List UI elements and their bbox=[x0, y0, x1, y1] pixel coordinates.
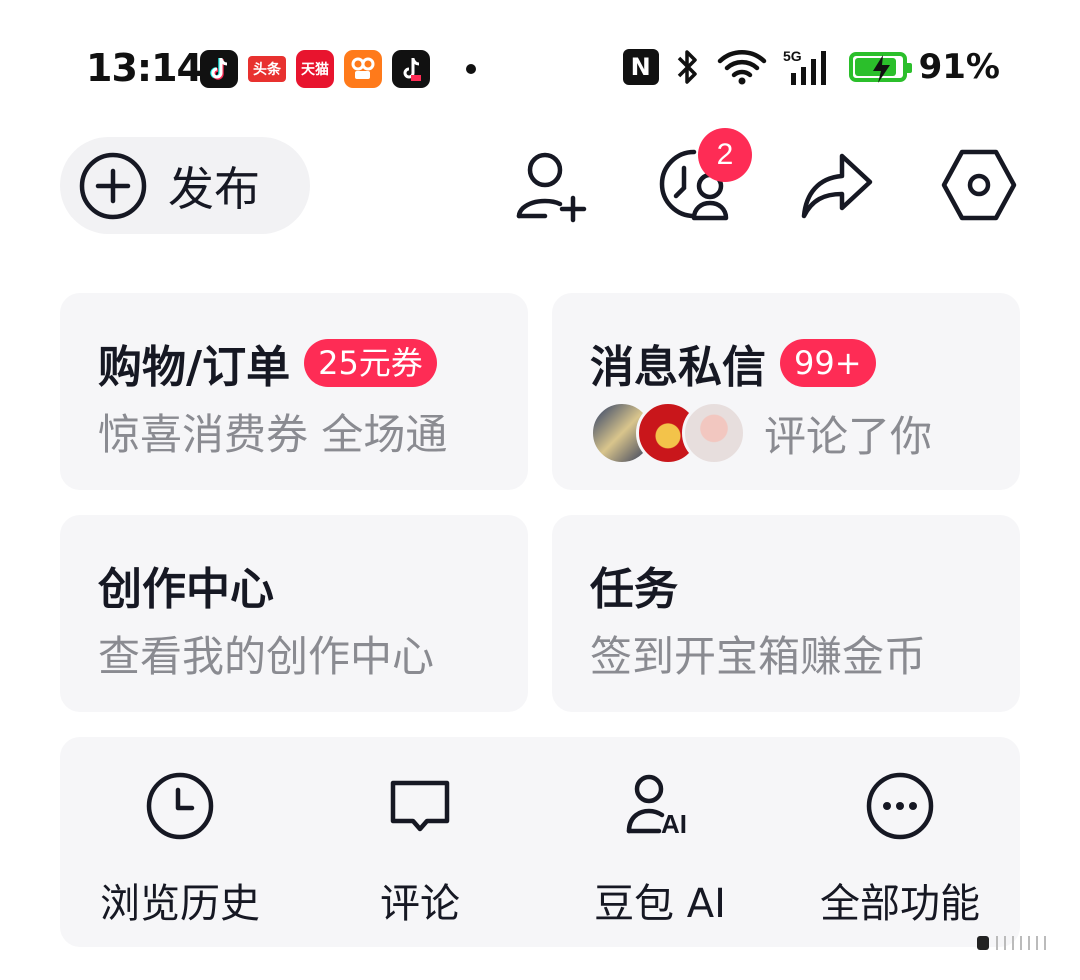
messages-card[interactable]: 消息私信 99+ 评论了你 bbox=[552, 293, 1020, 490]
svg-text:5G: 5G bbox=[783, 48, 802, 64]
more-notifications-dot bbox=[466, 64, 476, 74]
publish-button[interactable]: 发布 bbox=[60, 137, 310, 234]
kuaishou-icon bbox=[344, 50, 382, 88]
tool-label: 全部功能 bbox=[820, 881, 980, 927]
add-friend-button[interactable] bbox=[505, 140, 595, 230]
signal-5g-icon: 5G bbox=[783, 48, 826, 85]
share-icon bbox=[801, 153, 873, 219]
coupon-badge: 25元券 bbox=[304, 339, 437, 387]
commenter-avatars: 评论了你 bbox=[590, 401, 932, 465]
svg-text:AI: AI bbox=[661, 809, 687, 839]
publish-label: 发布 bbox=[168, 161, 260, 216]
settings-button[interactable] bbox=[934, 140, 1024, 230]
messages-title: 消息私信 bbox=[590, 342, 766, 393]
messages-count-badge: 99+ bbox=[780, 339, 876, 387]
douyin-lite-icon bbox=[392, 50, 430, 88]
tool-label: 浏览历史 bbox=[100, 881, 260, 927]
creator-center-card[interactable]: 创作中心 查看我的创作中心 bbox=[60, 515, 528, 712]
tool-label: 评论 bbox=[380, 881, 460, 927]
avatar bbox=[682, 401, 746, 465]
creator-center-subtitle: 查看我的创作中心 bbox=[98, 632, 435, 681]
shopping-orders-title: 购物/订单 bbox=[98, 342, 291, 393]
bluetooth-icon bbox=[677, 50, 697, 84]
tool-browse-history[interactable]: 浏览历史 bbox=[60, 769, 300, 929]
tool-all-features[interactable]: 全部功能 bbox=[780, 769, 1020, 929]
creator-center-title: 创作中心 bbox=[98, 564, 274, 615]
status-time: 13:14 bbox=[86, 46, 203, 90]
doubao-ai-icon: AI bbox=[623, 769, 697, 843]
messages-subtitle: 评论了你 bbox=[764, 411, 933, 461]
history-clock-icon bbox=[143, 769, 217, 843]
shopping-orders-subtitle: 惊喜消费券 全场通 bbox=[98, 410, 448, 459]
tool-label: 豆包 AI bbox=[594, 881, 726, 927]
nfc-icon: N bbox=[622, 49, 659, 85]
more-dots-icon bbox=[863, 769, 937, 843]
add-friend-icon bbox=[516, 152, 587, 223]
battery-percent: 91% bbox=[918, 47, 1000, 87]
tasks-card[interactable]: 任务 签到开宝箱赚金币 bbox=[552, 515, 1020, 712]
douyin-icon bbox=[200, 50, 238, 88]
status-bar: 13:14 头条 天猫 N 5G 91% bbox=[0, 0, 1080, 130]
toutiao-icon: 头条 bbox=[248, 56, 286, 82]
notification-icons: 头条 天猫 bbox=[200, 50, 476, 88]
plus-circle-icon bbox=[79, 152, 147, 219]
share-button[interactable] bbox=[792, 140, 882, 230]
shopping-orders-card[interactable]: 购物/订单 25元券 惊喜消费券 全场通 bbox=[60, 293, 528, 490]
tasks-subtitle: 签到开宝箱赚金币 bbox=[590, 632, 927, 681]
wifi-icon bbox=[717, 50, 766, 85]
system-icons: N 5G 91% bbox=[607, 47, 1000, 87]
battery-icon bbox=[848, 52, 912, 83]
tmall-icon: 天猫 bbox=[296, 50, 334, 88]
notification-badge: 2 bbox=[698, 128, 752, 182]
tool-doubao-ai[interactable]: AI 豆包 AI bbox=[540, 769, 780, 929]
settings-hexagon-icon bbox=[941, 149, 1017, 221]
comment-bubble-icon bbox=[383, 769, 457, 843]
gesture-bar-icon bbox=[977, 936, 1046, 950]
quick-tools-panel: 浏览历史 评论 AI 豆包 AI 全部功能 bbox=[60, 737, 1020, 947]
tasks-title: 任务 bbox=[590, 564, 678, 615]
tool-comments[interactable]: 评论 bbox=[300, 769, 540, 929]
